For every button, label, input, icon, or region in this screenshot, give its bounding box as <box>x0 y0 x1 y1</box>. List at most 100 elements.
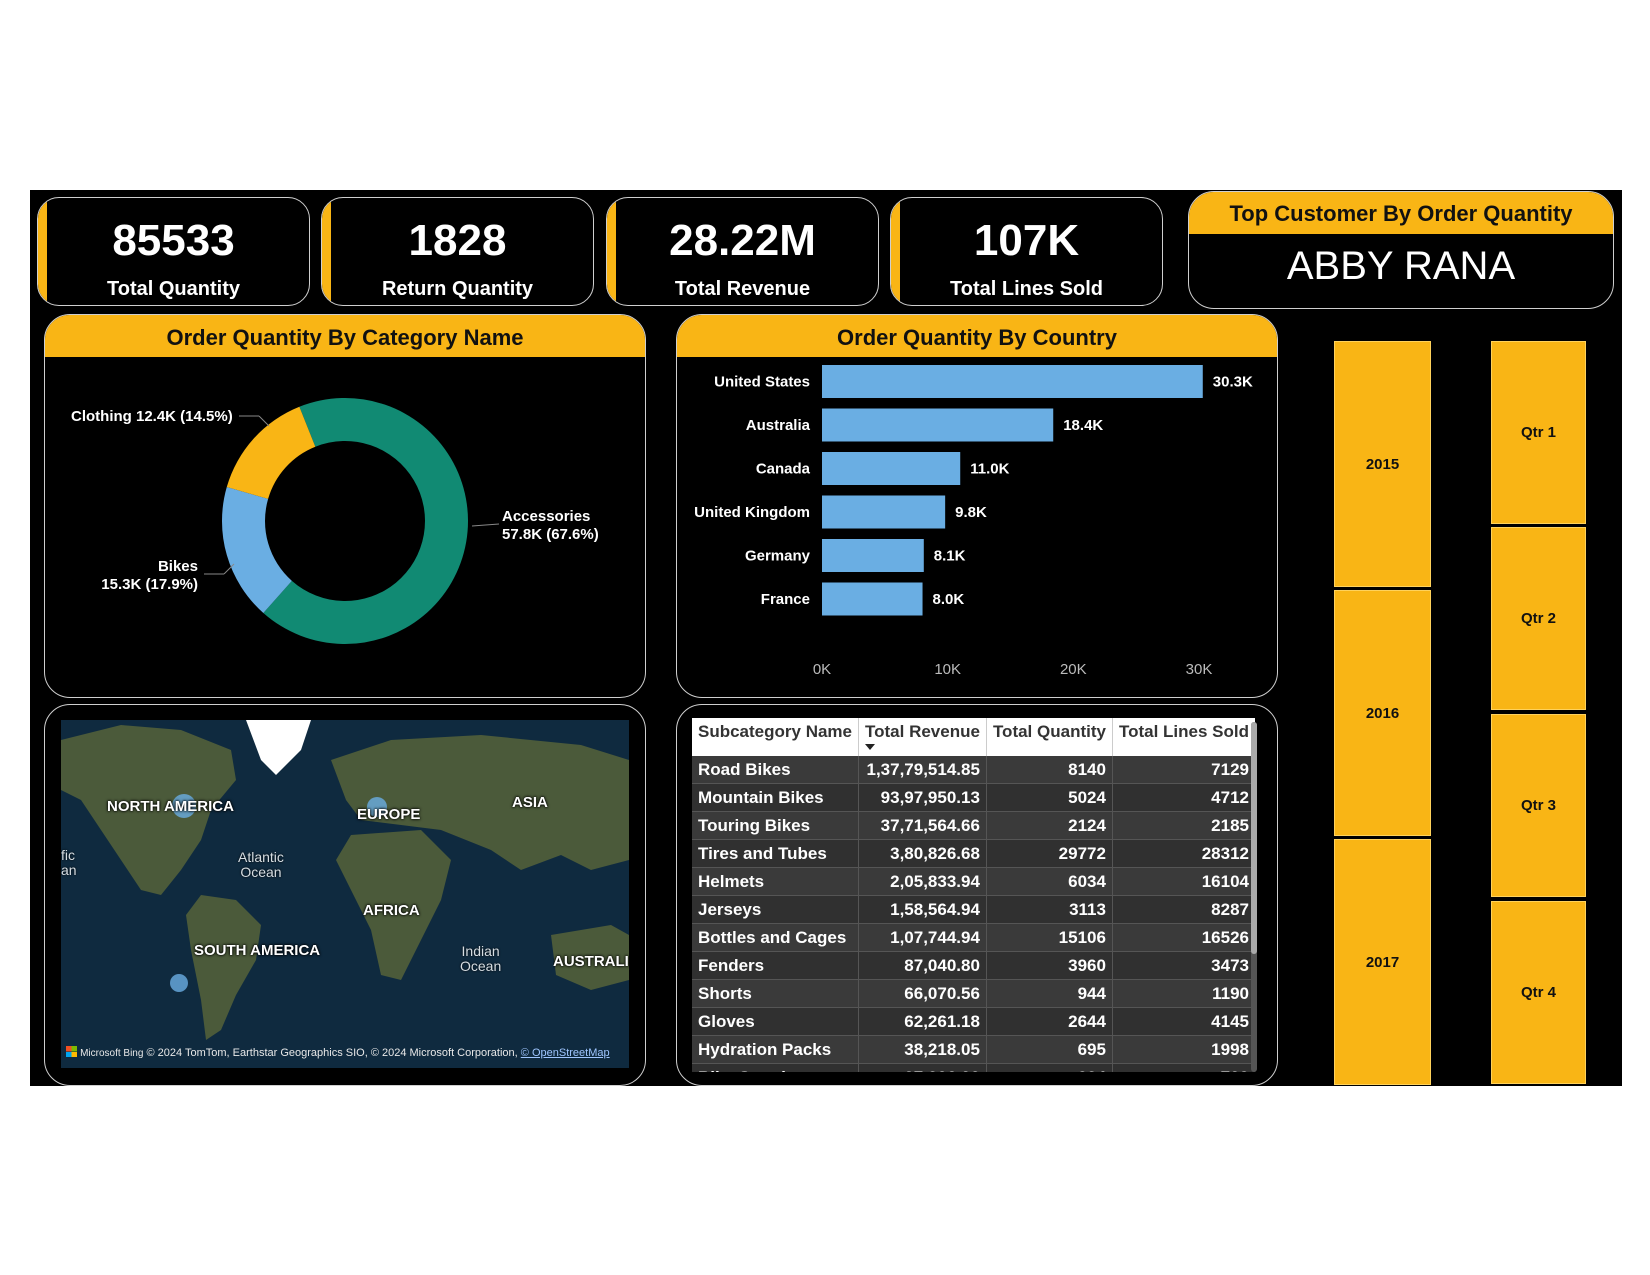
table-cell-value: 2644 <box>986 1007 1113 1036</box>
accessories-data-value: 57.8K (67.6%) <box>502 526 599 543</box>
table-row[interactable]: Road Bikes 1,37,79,514.85 8140 7129 <box>692 756 1255 784</box>
quarter-slicer-qtr-1[interactable]: Qtr 1 <box>1491 341 1586 524</box>
country-bar[interactable] <box>822 365 1203 398</box>
subcategory-table[interactable]: Subcategory Name Total Revenue Total Qua… <box>692 718 1255 1072</box>
table-cell-value: 3960 <box>986 951 1113 980</box>
table-cell-value: 4712 <box>1112 783 1255 812</box>
map-label-atlantic-ocean: Atlantic Ocean <box>238 849 284 880</box>
table-row[interactable]: Tires and Tubes 3,80,826.68 29772 28312 <box>692 839 1255 868</box>
bar-data-label: 8.0K <box>933 591 965 608</box>
table-cell-value: 1998 <box>1112 1035 1255 1064</box>
world-map[interactable] <box>61 720 629 1068</box>
table-row[interactable]: Jerseys 1,58,564.94 3113 8287 <box>692 895 1255 924</box>
bar-data-label: 8.1K <box>934 548 966 565</box>
table-row[interactable]: Fenders 87,040.80 3960 3473 <box>692 951 1255 980</box>
table-cell-value: 37,71,564.66 <box>858 811 987 840</box>
table-cell-value: 1190 <box>1112 979 1255 1008</box>
bar-category-label: Germany <box>745 548 811 565</box>
table-cell-name: Tires and Tubes <box>692 839 859 868</box>
table-cell-value: 944 <box>986 979 1113 1008</box>
x-axis-tick-label: 30K <box>1186 661 1213 678</box>
openstreetmap-link[interactable]: © OpenStreetMap <box>521 1047 610 1059</box>
table-cell-value: 28312 <box>1112 839 1255 868</box>
map-bubble[interactable] <box>170 974 188 992</box>
bikes-data-label: Bikes <box>158 558 198 575</box>
clothing-data-label: Clothing 12.4K (14.5%) <box>71 408 233 425</box>
year-slicer-2017[interactable]: 2017 <box>1334 839 1431 1085</box>
table-cell-value: 37,206.00 <box>858 1063 987 1072</box>
column-header[interactable]: Total Lines Sold <box>1112 718 1255 756</box>
table-cell-value: 62,261.18 <box>858 1007 987 1036</box>
country-bar[interactable] <box>822 408 1054 442</box>
x-axis-tick-label: 0K <box>813 661 831 678</box>
table-cell-name: Bike Stands <box>692 1063 859 1072</box>
table-cell-value: 234 <box>986 1063 1113 1072</box>
table-cell-value: 2,05,833.94 <box>858 867 987 896</box>
bar-category-label: United States <box>714 374 810 391</box>
table-row[interactable]: Hydration Packs 38,218.05 695 1998 <box>692 1035 1255 1064</box>
table-row[interactable]: Bike Stands37,206.00234709 <box>692 1063 1255 1072</box>
table-cell-value: 87,040.80 <box>858 951 987 980</box>
table-cell-name: Hydration Packs <box>692 1035 859 1064</box>
country-bar[interactable] <box>822 539 924 572</box>
table-row[interactable]: Mountain Bikes 93,97,950.13 5024 4712 <box>692 783 1255 812</box>
sort-descending-icon <box>865 744 875 750</box>
table-cell-name: Shorts <box>692 979 859 1008</box>
table-cell-name: Touring Bikes <box>692 811 859 840</box>
map-label-europe: EUROPE <box>357 806 421 823</box>
table-cell-value: 29772 <box>986 839 1113 868</box>
table-cell-value: 3473 <box>1112 951 1255 980</box>
country-bar[interactable] <box>822 582 923 616</box>
table-cell-value: 15106 <box>986 923 1113 952</box>
table-cell-value: 4145 <box>1112 1007 1255 1036</box>
table-cell-name: Fenders <box>692 951 859 980</box>
bar-data-label: 11.0K <box>970 461 1009 478</box>
map-label-australia: AUSTRALIA <box>553 953 629 970</box>
table-cell-name: Road Bikes <box>692 756 859 784</box>
country-bar[interactable] <box>822 495 946 529</box>
table-cell-name: Jerseys <box>692 895 859 924</box>
table-cell-value: 2124 <box>986 811 1113 840</box>
clothing-leader-line <box>258 415 270 427</box>
table-cell-value: 3113 <box>986 895 1113 924</box>
top-customer-card[interactable]: Top Customer By Order Quantity ABBY RANA <box>1188 191 1614 309</box>
bikes-data-value: 15.3K (17.9%) <box>101 576 198 593</box>
table-scrollbar-thumb[interactable] <box>1251 722 1257 954</box>
column-header[interactable]: Subcategory Name <box>692 718 859 756</box>
table-cell-name: Helmets <box>692 867 859 896</box>
donut-slice-clothing[interactable] <box>226 406 316 499</box>
quarter-slicer-qtr-2[interactable]: Qtr 2 <box>1491 527 1586 710</box>
table-cell-value: 1,58,564.94 <box>858 895 987 924</box>
table-row[interactable]: Shorts 66,070.56 944 1190 <box>692 979 1255 1008</box>
map-label-south-america: SOUTH AMERICA <box>194 942 321 959</box>
year-slicer-2016[interactable]: 2016 <box>1334 590 1431 836</box>
quarter-slicer-qtr-4[interactable]: Qtr 4 <box>1491 901 1586 1084</box>
country-bar[interactable] <box>822 452 961 485</box>
bar-category-label: France <box>761 591 810 608</box>
column-header-sorted[interactable]: Total Revenue <box>858 718 987 756</box>
kpi-total-revenue[interactable]: 28.22M Total Revenue <box>606 197 879 306</box>
kpi-total-quantity[interactable]: 85533 Total Quantity <box>37 197 310 306</box>
kpi-return-quantity[interactable]: 1828 Return Quantity <box>321 197 594 306</box>
year-slicer-2015[interactable]: 2015 <box>1334 341 1431 587</box>
top-customer-name: ABBY RANA <box>1286 244 1516 288</box>
table-clip: Subcategory Name Total Revenue Total Qua… <box>692 718 1255 1072</box>
column-header[interactable]: Total Quantity <box>986 718 1113 756</box>
map-attribution: Microsoft Bing © 2024 TomTom, Earthstar … <box>66 1046 610 1059</box>
x-axis-tick-label: 20K <box>1060 661 1087 678</box>
bar-data-label: 18.4K <box>1063 417 1103 434</box>
table-cell-value: 66,070.56 <box>858 979 987 1008</box>
kpi-value: 28.22M <box>669 216 816 265</box>
table-row[interactable]: Helmets 2,05,833.94 6034 16104 <box>692 867 1255 896</box>
table-row[interactable]: Touring Bikes 37,71,564.66 2124 2185 <box>692 811 1255 840</box>
table-cell-value: 3,80,826.68 <box>858 839 987 868</box>
table-cell-value: 16104 <box>1112 867 1255 896</box>
table-row[interactable]: Gloves 62,261.18 2644 4145 <box>692 1007 1255 1036</box>
table-cell-value: 709 <box>1112 1063 1255 1072</box>
kpi-label: Total Revenue <box>674 278 811 300</box>
table-row[interactable]: Bottles and Cages 1,07,744.94 15106 16526 <box>692 923 1255 952</box>
kpi-value: 107K <box>973 216 1080 265</box>
quarter-slicer-qtr-3[interactable]: Qtr 3 <box>1491 714 1586 897</box>
table-header-row: Subcategory Name Total Revenue Total Qua… <box>692 718 1255 756</box>
kpi-total-lines-sold[interactable]: 107K Total Lines Sold <box>890 197 1163 306</box>
